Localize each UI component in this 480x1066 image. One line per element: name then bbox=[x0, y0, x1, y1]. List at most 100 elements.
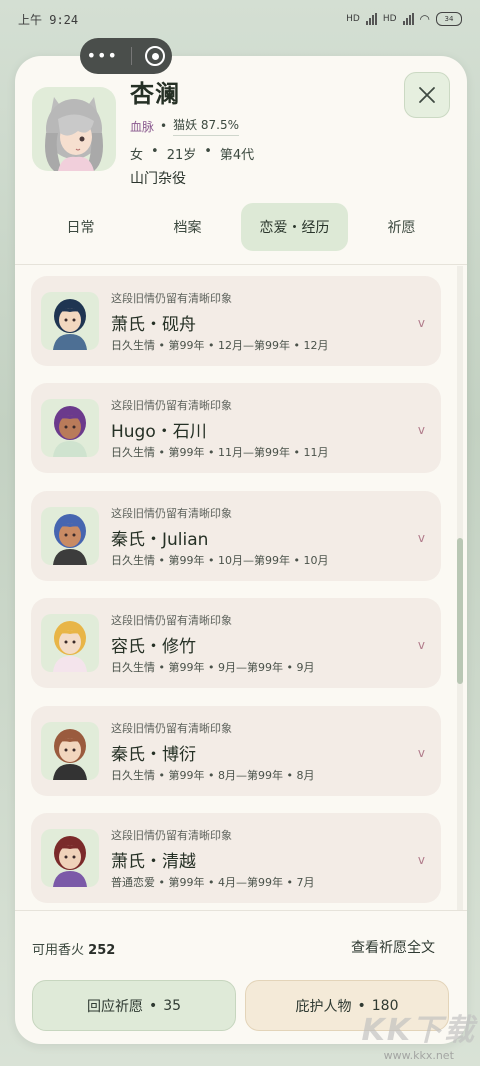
relationship-meta: 日久生情 • 第99年 • 12月—第99年 • 12月 bbox=[111, 337, 329, 353]
dot-separator: • bbox=[208, 768, 218, 782]
relationship-meta: 日久生情 • 第99年 • 11月—第99年 • 11月 bbox=[111, 444, 329, 460]
dot-separator: • bbox=[158, 446, 169, 460]
dot-separator: • bbox=[158, 661, 169, 675]
network-hd-label: HD bbox=[346, 14, 360, 24]
start-year: 第99年 bbox=[168, 446, 205, 460]
partner-avatar bbox=[41, 721, 99, 780]
relationship-type: 普通恋爱 bbox=[111, 875, 155, 889]
dot-separator: • bbox=[286, 875, 297, 889]
dot-separator: • bbox=[158, 553, 169, 567]
start-year: 第99年 bbox=[168, 768, 205, 782]
date-range: 10月—第99年 bbox=[218, 553, 290, 567]
romance-item[interactable]: 这段旧情仍留有清晰印象 秦氏・博衍 日久生情 • 第99年 • 8月—第99年 … bbox=[31, 705, 441, 796]
memory-note: 这段旧情仍留有清晰印象 bbox=[111, 614, 232, 628]
incense-balance: 可用香火 252 bbox=[32, 939, 115, 958]
respond-wish-count: 35 bbox=[163, 997, 182, 1014]
memory-note: 这段旧情仍留有清晰印象 bbox=[111, 828, 232, 842]
dot-separator: • bbox=[293, 446, 304, 460]
partner-name: 萧氏・砚舟 bbox=[111, 315, 196, 335]
exit-target-icon[interactable] bbox=[145, 46, 166, 66]
chevron-down-icon[interactable]: v bbox=[418, 531, 425, 545]
romance-item[interactable]: 这段旧情仍留有清晰印象 萧氏・砚舟 日久生情 • 第99年 • 12月—第99年… bbox=[31, 276, 441, 366]
start-year: 第99年 bbox=[168, 553, 205, 567]
dot-separator: • bbox=[208, 553, 218, 567]
tab-profile[interactable]: 档案 bbox=[134, 203, 241, 251]
battery-level: 34 bbox=[444, 15, 454, 23]
end-month: 11月 bbox=[303, 446, 329, 460]
partner-avatar bbox=[41, 614, 99, 673]
romance-item[interactable]: 这段旧情仍留有清晰印象 秦氏・Julian 日久生情 • 第99年 • 10月—… bbox=[31, 490, 441, 581]
chevron-down-icon[interactable]: v bbox=[418, 316, 425, 330]
end-month: 8月 bbox=[296, 768, 315, 782]
bloodline-row: 血脉 • 猫妖 87.5% bbox=[130, 116, 240, 136]
profile-header: 杏澜 血脉 • 猫妖 87.5% 女 • 21岁 • 第4代 山门杂役 bbox=[15, 56, 467, 206]
partner-name: 容氏・修竹 bbox=[111, 637, 196, 658]
more-icon[interactable]: ••• bbox=[87, 48, 118, 64]
dot-separator: • bbox=[151, 144, 159, 159]
dot-separator: • bbox=[286, 768, 297, 782]
dot-separator: • bbox=[158, 875, 169, 889]
bloodline-label: 血脉 bbox=[130, 119, 155, 134]
partner-name: 萧氏・清越 bbox=[111, 851, 196, 872]
close-button[interactable] bbox=[404, 72, 450, 118]
generation: 第4代 bbox=[219, 148, 255, 163]
character-name: 杏澜 bbox=[130, 80, 180, 108]
capsule-divider bbox=[131, 47, 133, 65]
battery-icon: 34 bbox=[436, 12, 462, 26]
site-watermark: KK下载 www.kkx.net bbox=[362, 1005, 477, 1062]
incense-value: 252 bbox=[88, 943, 116, 958]
dot-separator: • bbox=[208, 446, 218, 460]
tab-bar: 日常 档案 恋爱・经历 祈愿 bbox=[15, 202, 467, 252]
romance-item[interactable]: 这段旧情仍留有清晰印象 容氏・修竹 日久生情 • 第99年 • 9月—第99年 … bbox=[31, 598, 441, 689]
character-role: 山门杂役 bbox=[130, 171, 186, 187]
dot-separator: • bbox=[204, 144, 212, 159]
partner-avatar bbox=[41, 506, 99, 565]
incense-label: 可用香火 bbox=[32, 943, 85, 958]
tab-romance-history[interactable]: 恋爱・经历 bbox=[241, 203, 348, 251]
age: 21岁 bbox=[166, 148, 197, 163]
partner-name: 秦氏・博衍 bbox=[111, 744, 196, 765]
partner-name: Hugo・石川 bbox=[111, 422, 207, 443]
end-month: 10月 bbox=[303, 553, 329, 567]
basic-info-row: 女 • 21岁 • 第4代 bbox=[130, 144, 254, 163]
watermark-brand: KK下载 bbox=[361, 1013, 476, 1048]
dot-separator: • bbox=[158, 768, 169, 782]
dot-separator: • bbox=[208, 661, 218, 675]
tab-wishes[interactable]: 祈愿 bbox=[348, 203, 455, 251]
chevron-down-icon[interactable]: v bbox=[418, 746, 425, 760]
relationship-type: 日久生情 bbox=[111, 339, 155, 352]
memory-note: 这段旧情仍留有清晰印象 bbox=[111, 721, 232, 735]
romance-list: 这段旧情仍留有清晰印象 萧氏・砚舟 日久生情 • 第99年 • 12月—第99年… bbox=[31, 276, 441, 908]
respond-wish-label: 回应祈愿 bbox=[86, 998, 143, 1015]
romance-item[interactable]: 这段旧情仍留有清晰印象 Hugo・石川 日久生情 • 第99年 • 11月—第9… bbox=[31, 383, 441, 474]
relationship-type: 日久生情 bbox=[111, 553, 155, 567]
start-year: 第99年 bbox=[168, 339, 205, 352]
respond-wish-button[interactable]: 回应祈愿 • 35 bbox=[32, 980, 236, 1031]
tab-daily[interactable]: 日常 bbox=[27, 203, 134, 251]
chevron-down-icon[interactable]: v bbox=[418, 853, 425, 867]
view-full-wishes-link[interactable]: 查看祈愿全文 bbox=[351, 937, 435, 957]
date-range: 4月—第99年 bbox=[218, 875, 283, 889]
chevron-down-icon[interactable]: v bbox=[418, 423, 425, 437]
character-detail-panel: 杏澜 血脉 • 猫妖 87.5% 女 • 21岁 • 第4代 山门杂役 日常 档… bbox=[15, 56, 467, 1044]
dot-separator: • bbox=[208, 339, 218, 352]
gender: 女 bbox=[130, 148, 144, 163]
partner-avatar bbox=[41, 828, 99, 887]
miniprogram-capsule: ••• bbox=[80, 38, 172, 74]
dot-separator: • bbox=[293, 553, 304, 567]
dot-separator: • bbox=[158, 339, 169, 352]
chevron-down-icon[interactable]: v bbox=[418, 638, 425, 652]
watermark-url: www.kkx.net bbox=[383, 1049, 454, 1062]
scrollbar-thumb[interactable] bbox=[457, 538, 463, 684]
date-range: 9月—第99年 bbox=[218, 661, 283, 675]
end-month: 9月 bbox=[296, 661, 315, 675]
character-avatar bbox=[32, 87, 116, 171]
relationship-meta: 日久生情 • 第99年 • 8月—第99年 • 8月 bbox=[111, 767, 315, 783]
wifi-icon: ◠ bbox=[419, 12, 430, 26]
partner-avatar bbox=[41, 292, 99, 350]
end-month: 12月 bbox=[303, 339, 329, 352]
relationship-meta: 普通恋爱 • 第99年 • 4月—第99年 • 7月 bbox=[111, 874, 315, 890]
relationship-type: 日久生情 bbox=[111, 446, 155, 460]
dot-separator: • bbox=[293, 339, 304, 352]
romance-item[interactable]: 这段旧情仍留有清晰印象 萧氏・清越 普通恋爱 • 第99年 • 4月—第99年 … bbox=[31, 812, 441, 903]
